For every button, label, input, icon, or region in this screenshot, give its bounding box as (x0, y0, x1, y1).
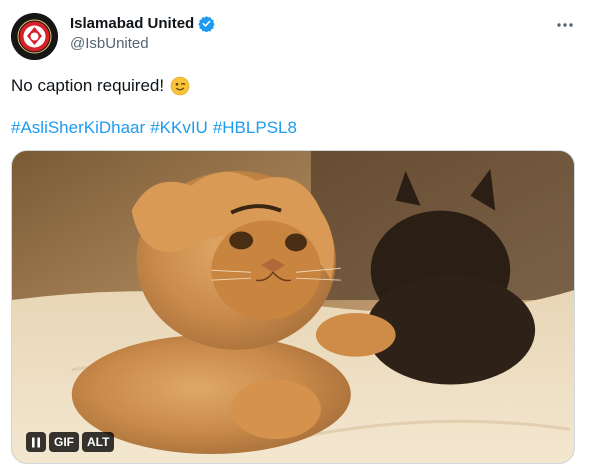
gif-media[interactable]: GIF ALT (11, 150, 575, 464)
display-name[interactable]: Islamabad United (70, 15, 194, 32)
more-dots-icon (557, 23, 573, 27)
alt-text-button[interactable]: ALT (82, 432, 115, 452)
pause-button[interactable] (26, 432, 46, 452)
hashtag-link[interactable]: #AsliSherKiDhaar (11, 118, 145, 138)
islamabad-united-logo-icon (11, 13, 58, 60)
more-options-button[interactable] (555, 15, 575, 35)
gif-badge: GIF (49, 432, 79, 452)
verified-badge-icon[interactable] (198, 15, 215, 32)
tweet-text: No caption required! (11, 76, 190, 96)
pause-icon (32, 437, 40, 447)
winking-face-icon (170, 76, 190, 96)
media-controls: GIF ALT (26, 432, 115, 452)
avatar[interactable] (11, 13, 58, 60)
hashtag-link[interactable]: #HBLPSL8 (213, 118, 297, 138)
tweet-text-body: No caption required! (11, 76, 165, 95)
author-handle[interactable]: @IsbUnited (70, 35, 215, 52)
cat-gif-image (12, 151, 574, 463)
hashtag-link[interactable]: #KKvIU (150, 118, 208, 138)
display-name-row: Islamabad United (70, 15, 215, 32)
hashtag-list: #AsliSherKiDhaar #KKvIU #HBLPSL8 (11, 118, 297, 138)
author-block: Islamabad United @IsbUnited (70, 15, 215, 52)
